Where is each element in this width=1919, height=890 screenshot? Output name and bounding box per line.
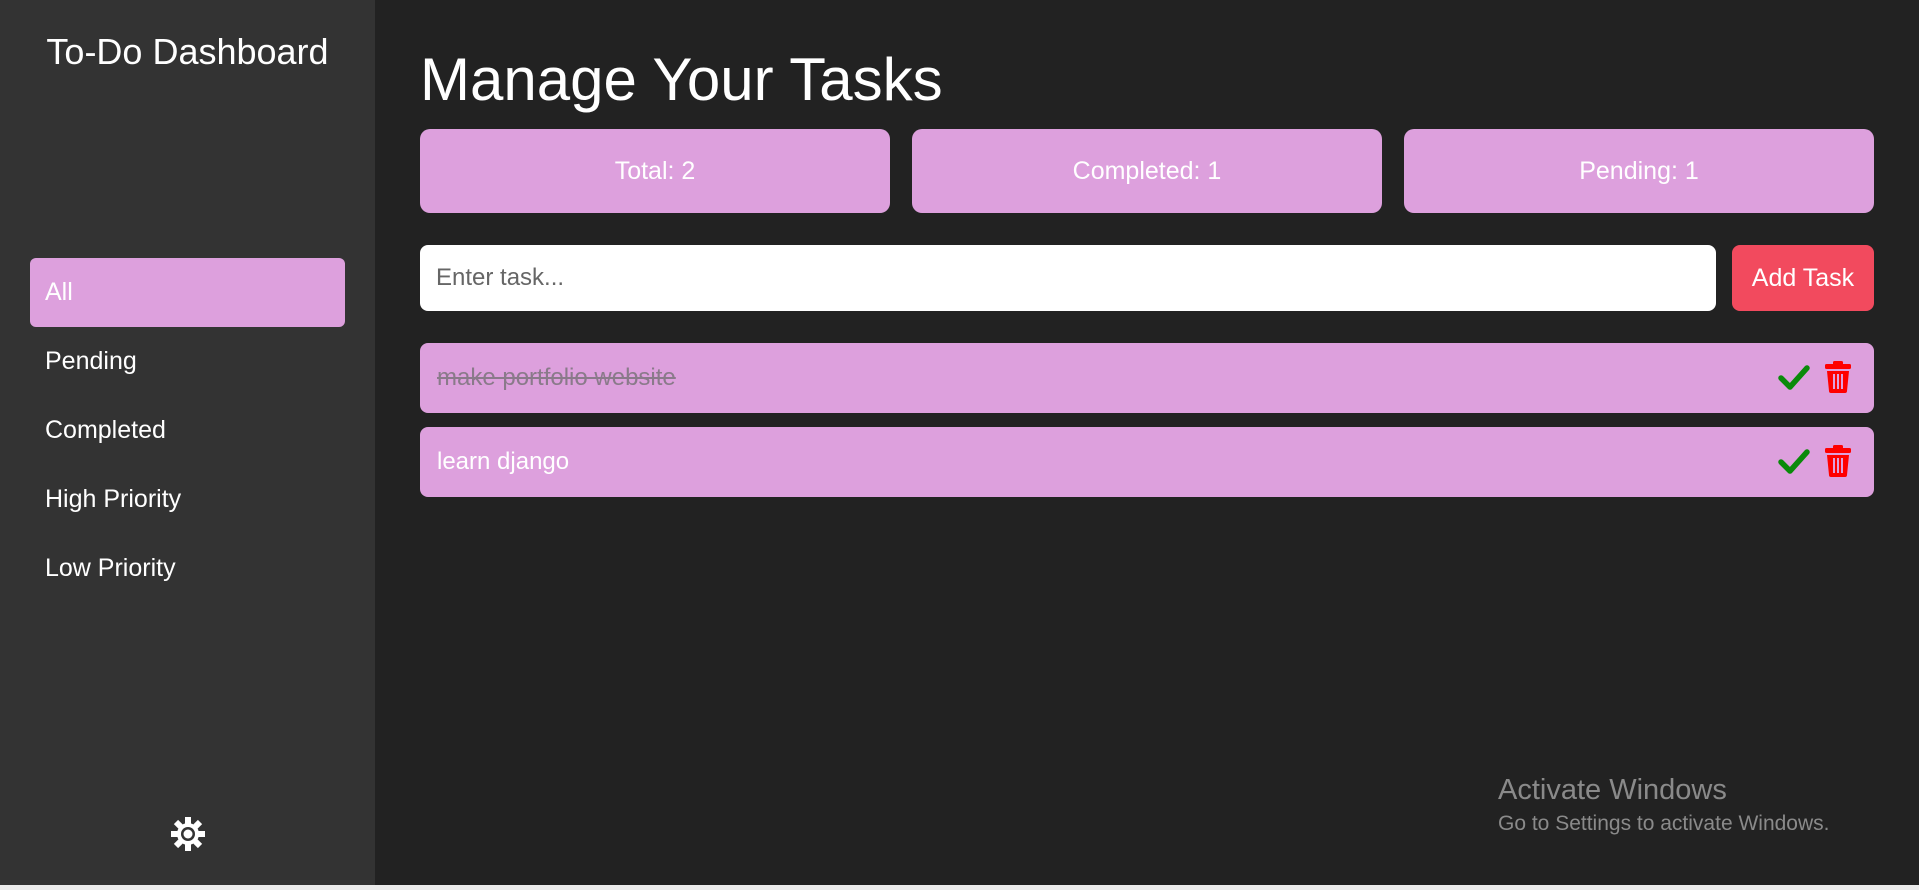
complete-button[interactable]	[1778, 448, 1810, 476]
stat-pending: Pending: 1	[1404, 129, 1874, 213]
sidebar-item-pending[interactable]: Pending	[30, 327, 345, 396]
delete-button[interactable]	[1825, 361, 1851, 393]
app: To-Do Dashboard All Pending Completed Hi…	[0, 0, 1919, 890]
add-task-button[interactable]: Add Task	[1732, 245, 1874, 311]
sidebar-item-all[interactable]: All	[30, 258, 345, 327]
check-icon	[1778, 449, 1810, 474]
main-panel: Manage Your Tasks Total: 2 Completed: 1 …	[375, 0, 1919, 885]
task-item: learn django	[420, 427, 1874, 497]
task-text: make portfolio website	[437, 364, 676, 391]
sidebar-nav: All Pending Completed High Priority Low …	[30, 258, 345, 603]
app-title: To-Do Dashboard	[46, 31, 329, 72]
activate-windows-subtitle: Go to Settings to activate Windows.	[1498, 812, 1830, 835]
task-item: make portfolio website	[420, 343, 1874, 413]
activate-windows-title: Activate Windows	[1498, 774, 1727, 806]
delete-button[interactable]	[1825, 445, 1851, 477]
gear-icon	[171, 817, 205, 851]
task-input[interactable]	[420, 245, 1716, 311]
stat-completed: Completed: 1	[912, 129, 1382, 213]
sidebar-item-high-priority[interactable]: High Priority	[30, 465, 345, 534]
task-text: learn django	[437, 448, 570, 475]
trash-icon	[1825, 361, 1851, 393]
trash-icon	[1825, 445, 1851, 477]
bottom-edge	[0, 885, 1919, 890]
sidebar: To-Do Dashboard All Pending Completed Hi…	[0, 0, 375, 885]
page-title: Manage Your Tasks	[420, 46, 943, 113]
stat-total: Total: 2	[420, 129, 890, 213]
check-icon	[1778, 365, 1810, 390]
theme-toggle-button[interactable]	[168, 814, 208, 854]
sidebar-item-completed[interactable]: Completed	[30, 396, 345, 465]
complete-button[interactable]	[1778, 364, 1810, 392]
sidebar-item-low-priority[interactable]: Low Priority	[30, 534, 345, 603]
